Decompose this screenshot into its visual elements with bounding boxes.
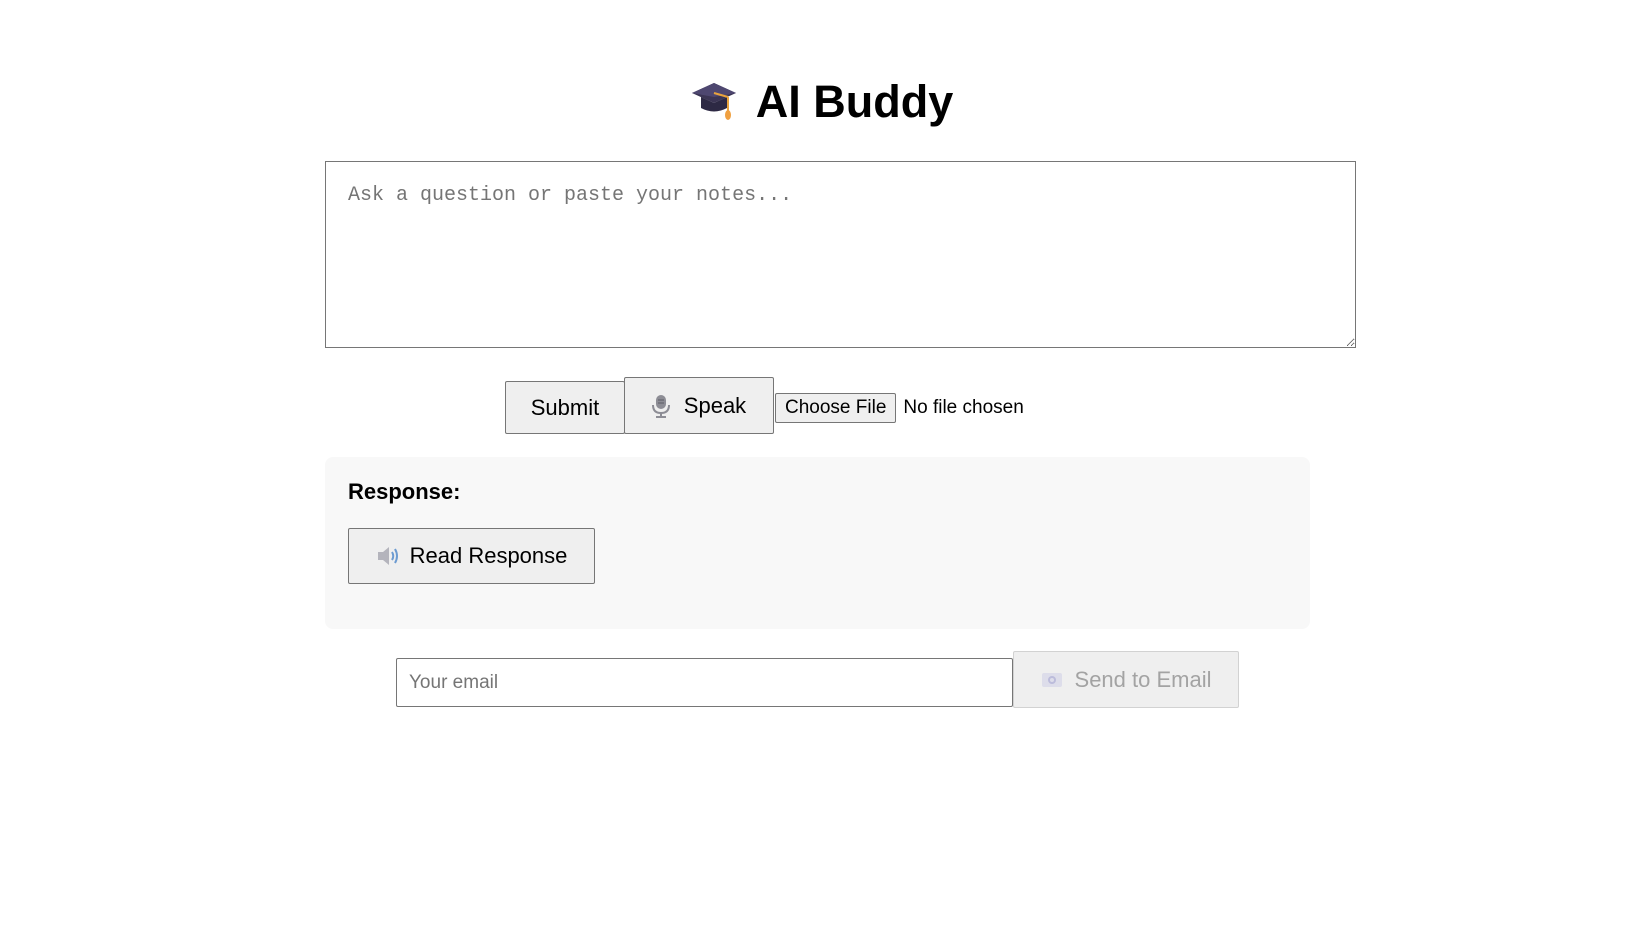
file-status-text: No file chosen: [903, 397, 1024, 418]
page-title: AI Buddy: [0, 72, 1643, 132]
read-response-button[interactable]: Read Response: [348, 528, 595, 584]
read-response-label: Read Response: [409, 543, 568, 568]
speaker-icon: [376, 545, 400, 567]
response-heading: Response:: [348, 479, 461, 504]
file-picker: Choose File No file chosen: [775, 393, 1024, 423]
submit-button[interactable]: Submit: [505, 381, 625, 434]
title-text: AI Buddy: [755, 76, 954, 127]
microphone-icon: [651, 394, 670, 418]
response-panel: Response: Read Response: [325, 457, 1310, 629]
question-textarea[interactable]: [325, 161, 1356, 348]
speak-button[interactable]: Speak: [624, 377, 774, 434]
graduation-cap-icon: [690, 75, 738, 123]
ai-buddy-page: AI Buddy Submit Speak Choose File No fil…: [0, 0, 1643, 943]
speak-label: Speak: [683, 392, 747, 418]
choose-file-button[interactable]: Choose File: [775, 393, 897, 423]
send-to-email-button[interactable]: Send to Email: [1013, 651, 1239, 708]
email-icon: [1041, 671, 1063, 689]
send-to-email-label: Send to Email: [1074, 666, 1212, 692]
email-input[interactable]: [396, 658, 1013, 707]
